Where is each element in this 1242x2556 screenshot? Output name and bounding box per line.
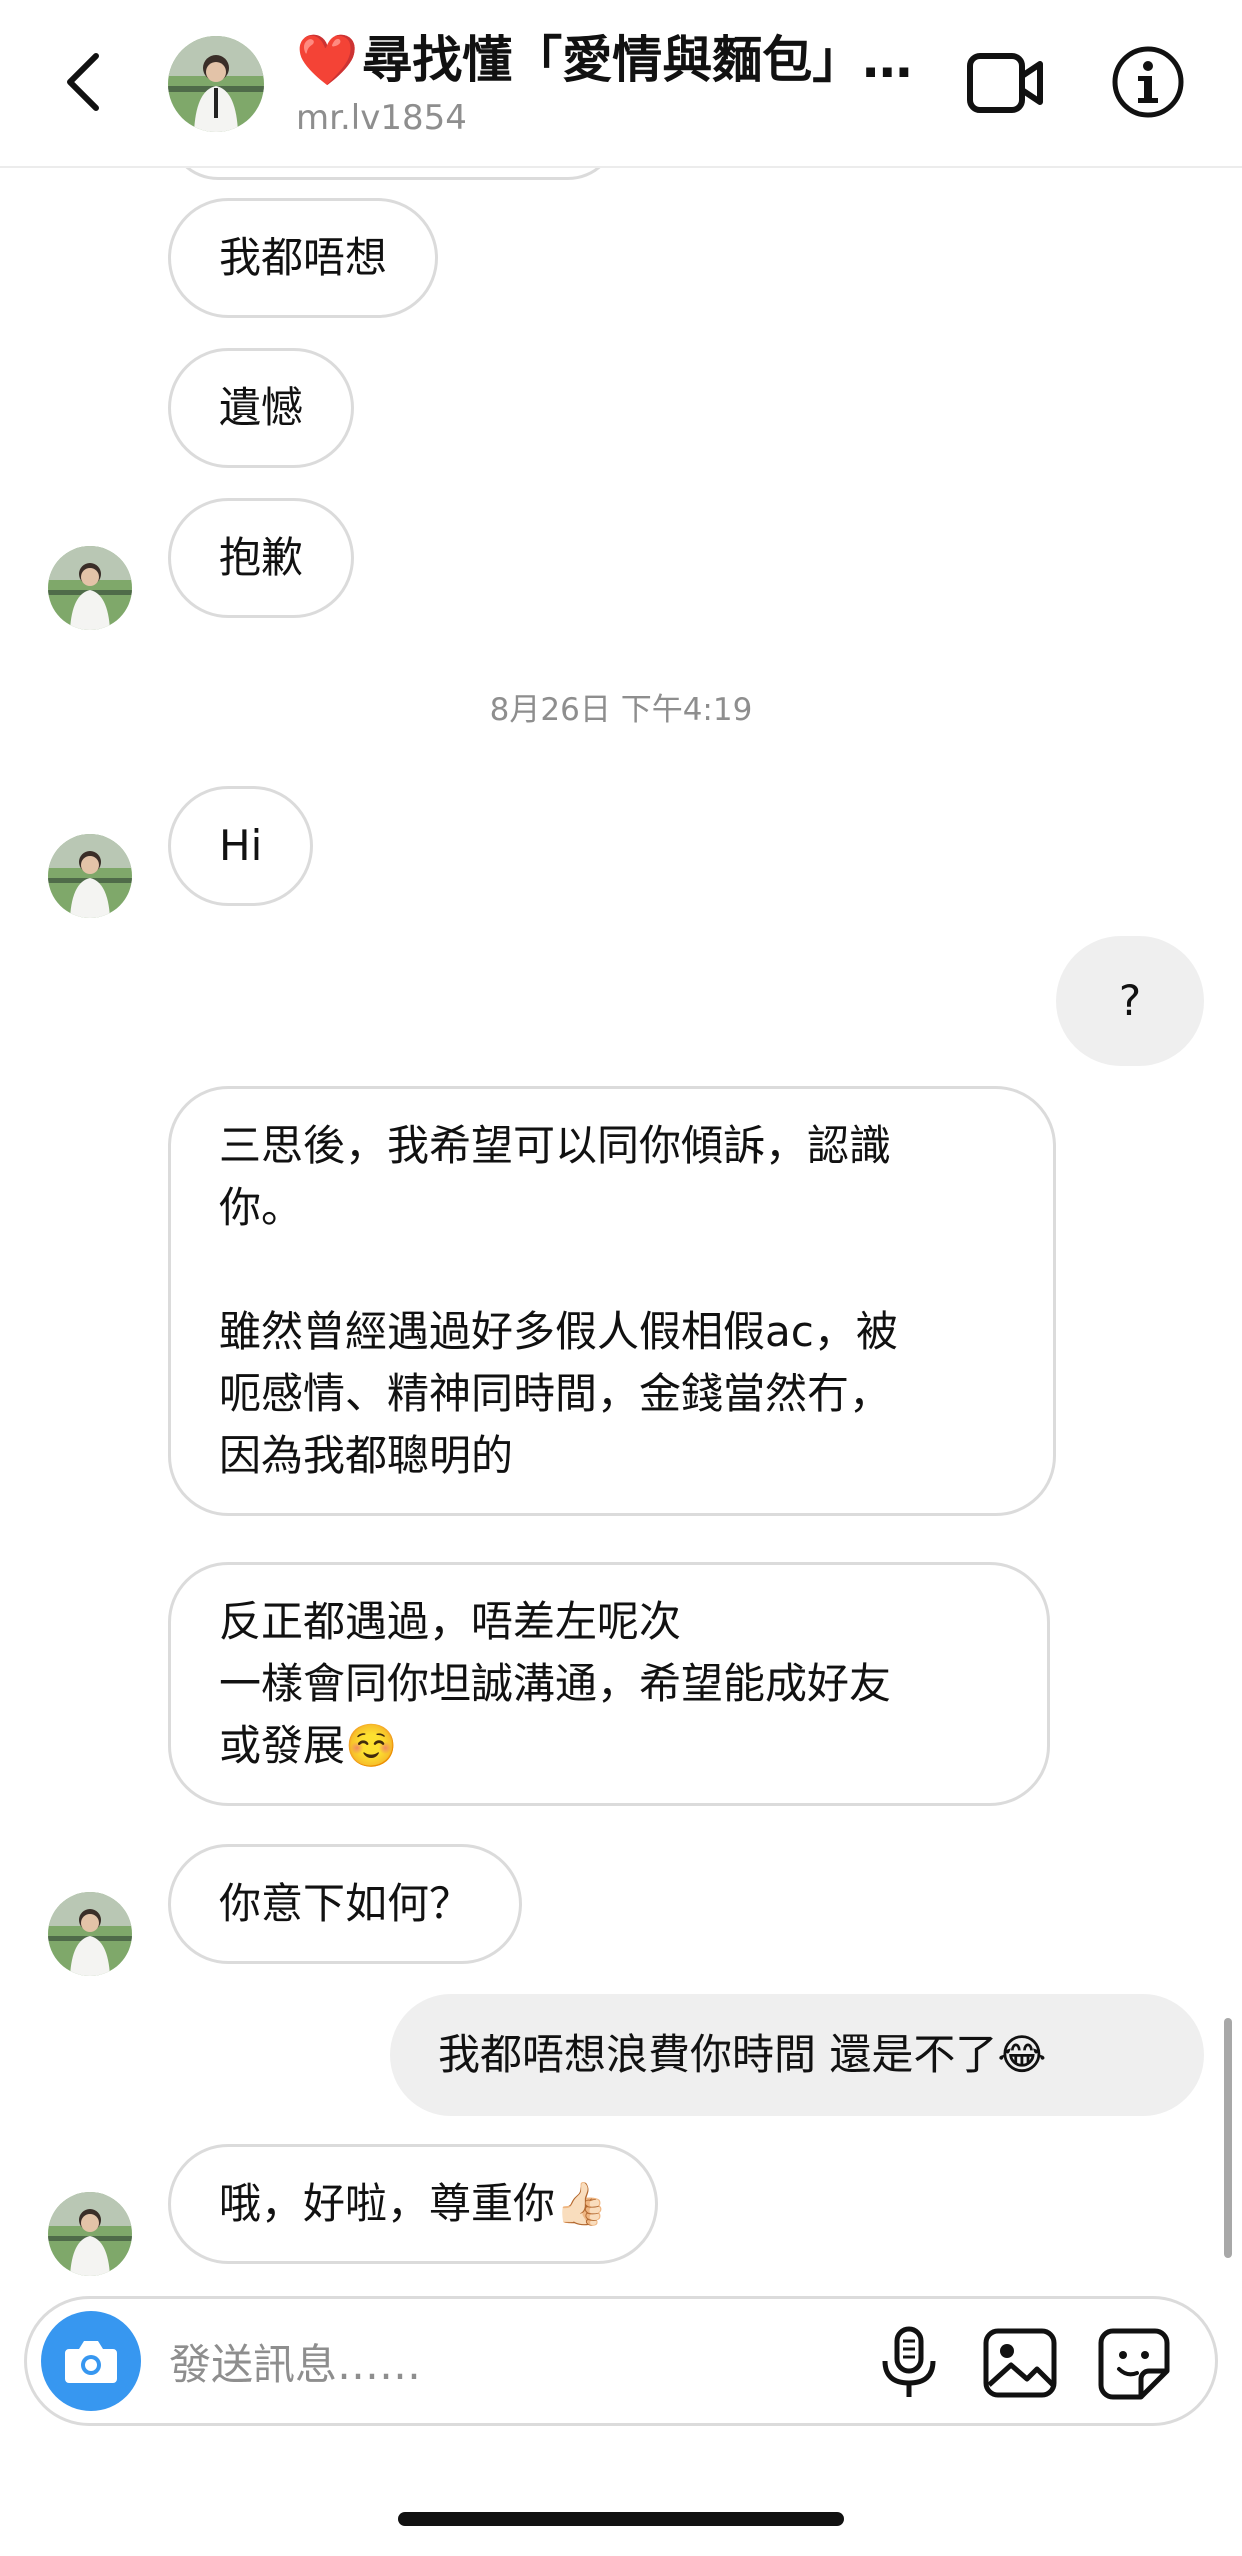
camera-button[interactable] — [41, 2311, 141, 2411]
sender-avatar[interactable] — [48, 834, 132, 918]
gallery-icon — [983, 2328, 1057, 2398]
sender-avatar[interactable] — [48, 2192, 132, 2276]
message-bubble-incoming[interactable]: 我都唔想 — [168, 198, 439, 318]
sender-avatar[interactable] — [48, 546, 132, 630]
camera-icon — [65, 2341, 117, 2383]
chat-username: mr.lv1854 — [296, 98, 467, 138]
sticker-button[interactable] — [1095, 2323, 1173, 2403]
message-timestamp: 8月26日 下午4:19 — [489, 692, 753, 728]
chat-title[interactable]: ❤️尋找懂「愛情與麵包」… — [296, 28, 936, 92]
voice-message-button[interactable] — [871, 2325, 947, 2401]
message-bubble-outgoing[interactable]: ? — [1056, 936, 1204, 1066]
video-call-icon — [967, 53, 1043, 113]
sender-avatar[interactable] — [48, 1892, 132, 1976]
chat-header: ❤️尋找懂「愛情與麵包」… mr.lv1854 — [0, 0, 1242, 168]
header-avatar[interactable] — [168, 36, 264, 132]
message-input[interactable] — [167, 2323, 731, 2405]
message-bubble-incoming[interactable]: 哦，好啦，尊重你👍🏻 — [168, 2144, 659, 2264]
back-chevron-icon — [67, 53, 99, 111]
back-button[interactable] — [50, 42, 120, 122]
chat-title-text: 尋找懂「愛情與麵包」… — [362, 31, 913, 89]
heart-emoji: ❤️ — [296, 31, 359, 89]
message-composer — [24, 2296, 1218, 2426]
message-bubble-incoming[interactable]: 反正都遇過，唔差左呢次 一樣會同你坦誠溝通，希望能成好友 或發展☺️ — [168, 1562, 1050, 1806]
home-indicator[interactable] — [398, 2512, 844, 2526]
info-button[interactable] — [1110, 44, 1186, 120]
info-icon — [1112, 46, 1184, 118]
message-bubble-incoming[interactable]: 三思後，我希望可以同你傾訴，認識 你。 雖然曾經遇過好多假人假相假ac，被 呃感… — [168, 1086, 1056, 1516]
message-bubble-incoming[interactable]: Hi — [168, 786, 314, 906]
message-bubble-incoming[interactable]: 你意下如何？ — [168, 1844, 523, 1964]
gallery-button[interactable] — [981, 2323, 1059, 2403]
microphone-icon — [882, 2326, 936, 2397]
video-call-button[interactable] — [966, 48, 1046, 118]
sticker-icon — [1098, 2328, 1170, 2400]
message-bubble-incoming[interactable]: 抱歉 — [168, 498, 355, 618]
scrollbar[interactable] — [1224, 2018, 1232, 2258]
chat-screen: ❤️尋找懂「愛情與麵包」… mr.lv1854 我都唔想 遺憾 抱歉 8月26日… — [0, 0, 1242, 2556]
message-bubble-outgoing[interactable]: 我都唔想浪費你時間 還是不了😂 — [390, 1994, 1204, 2116]
message-bubble-incoming[interactable]: 遺憾 — [168, 348, 355, 468]
